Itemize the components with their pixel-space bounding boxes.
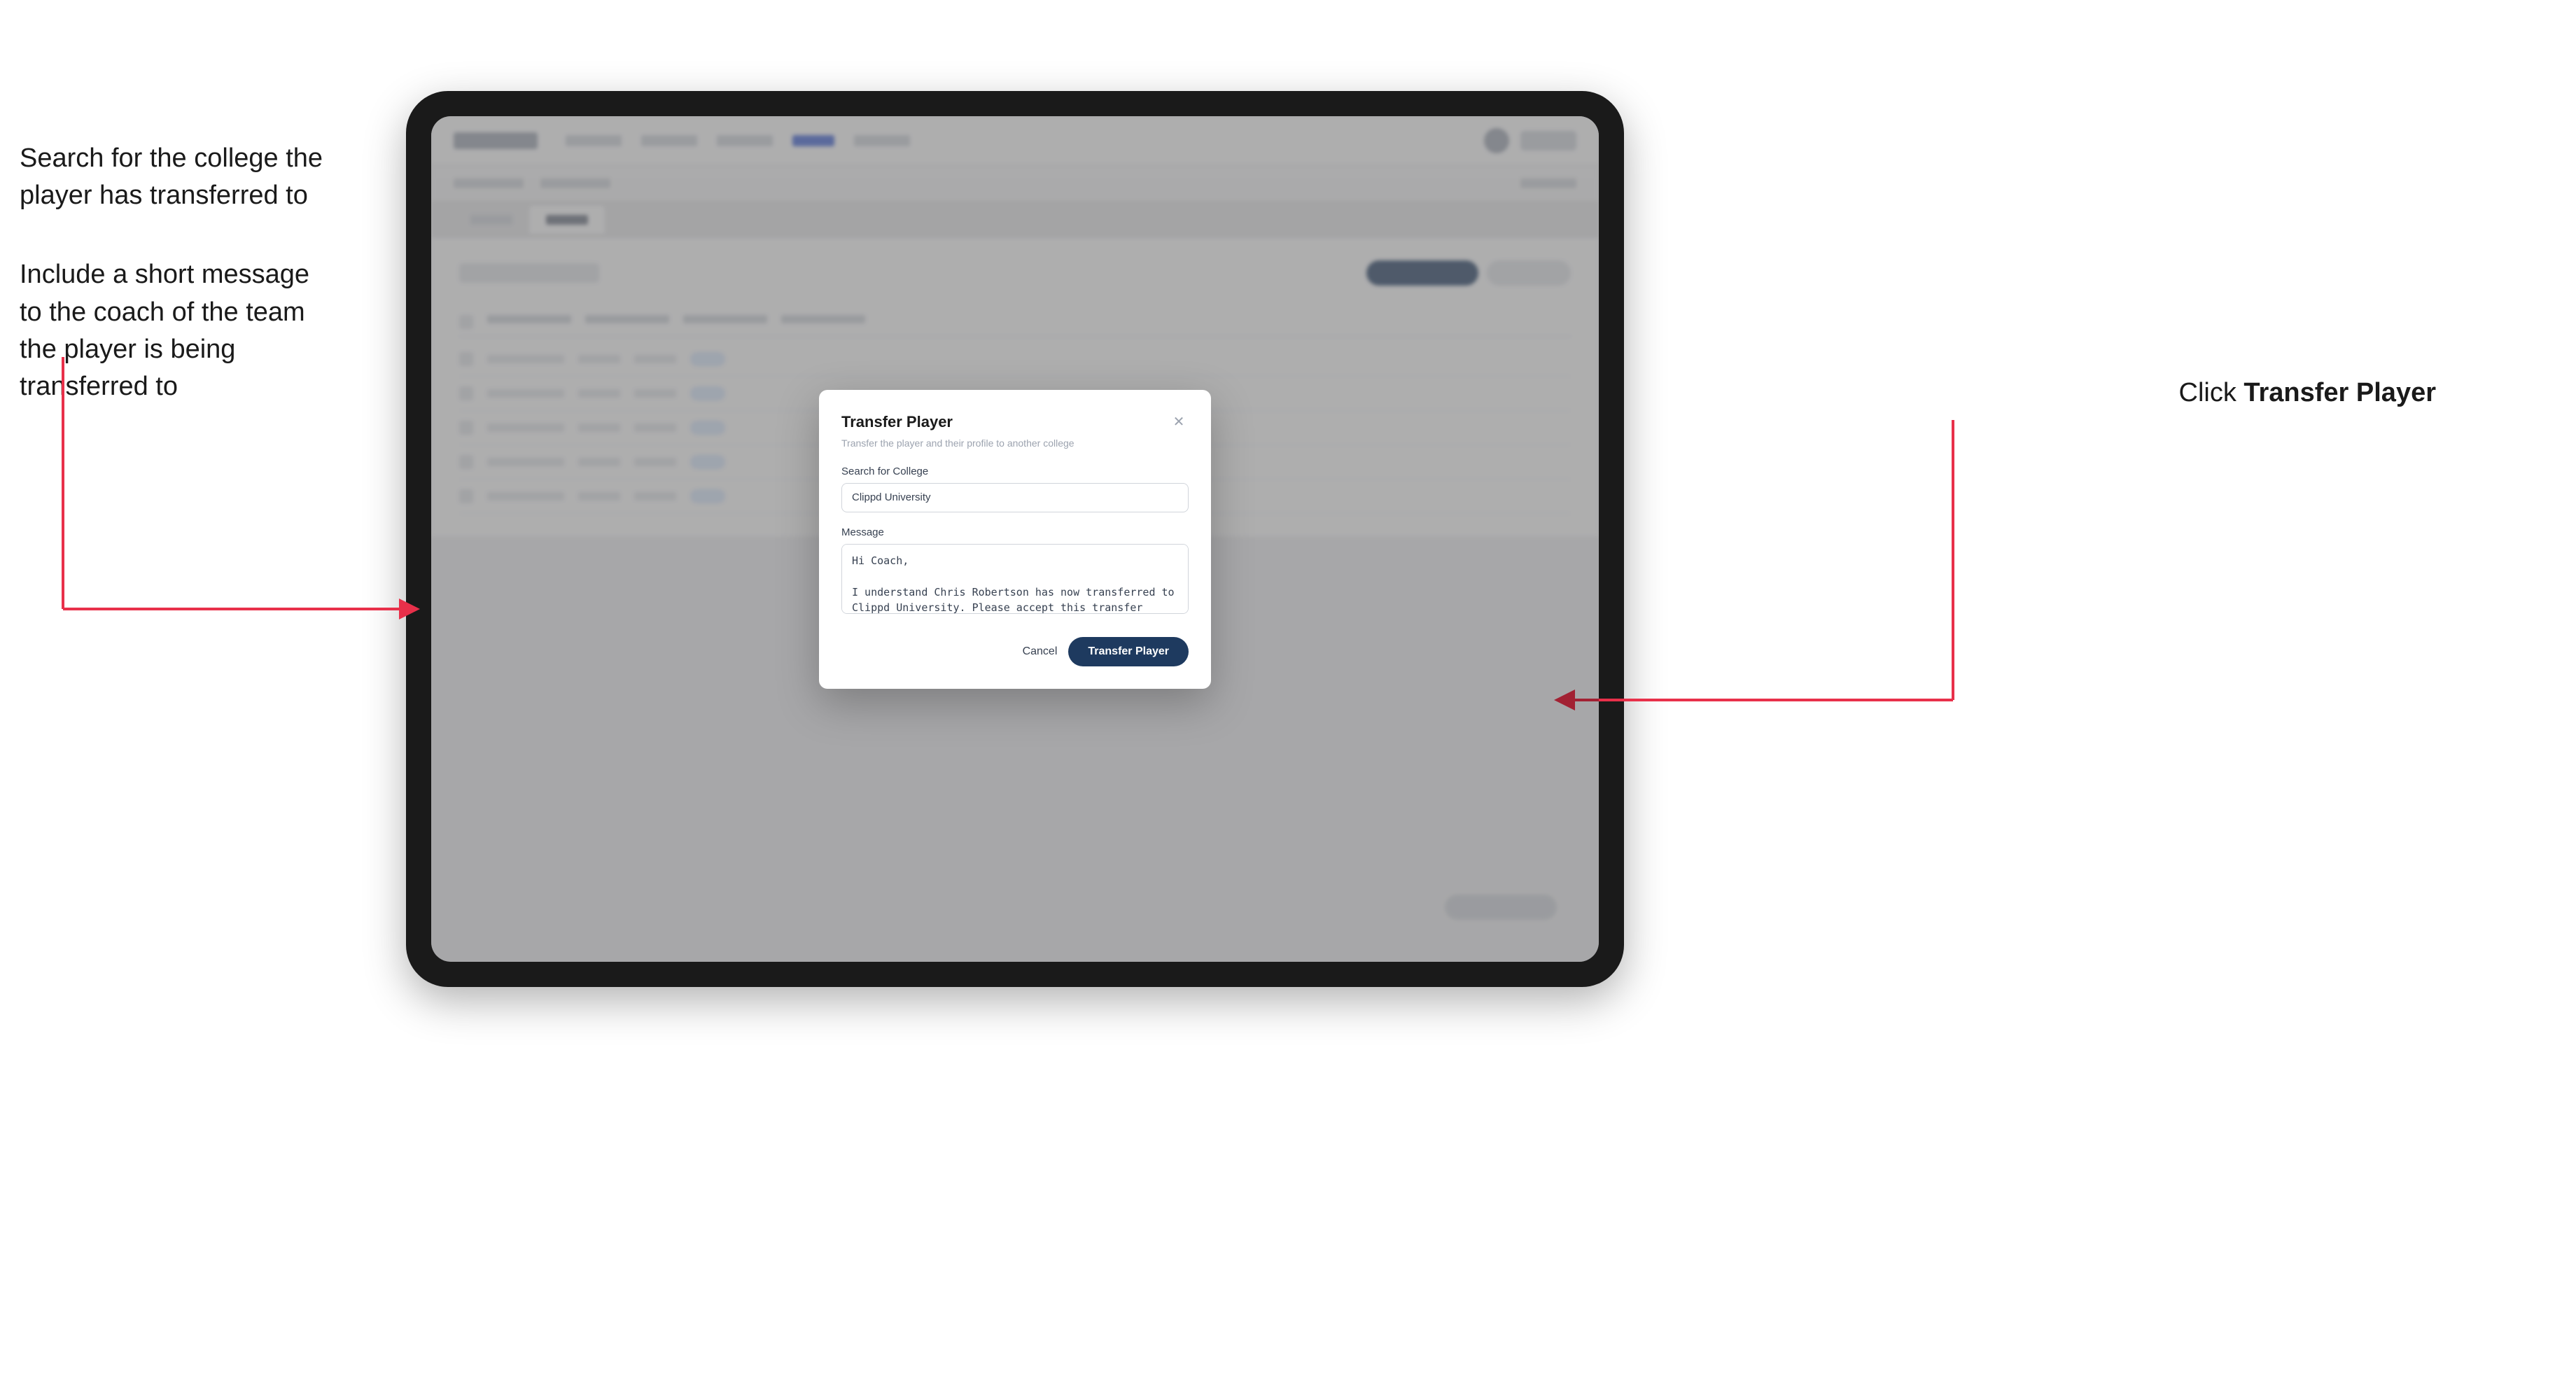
modal-header: Transfer Player ✕ xyxy=(841,412,1189,432)
annotation-right: Click Transfer Player xyxy=(2179,378,2437,408)
annotation-left: Search for the college the player has tr… xyxy=(20,140,384,405)
tablet-screen: Transfer Player ✕ Transfer the player an… xyxy=(431,116,1599,962)
annotation-line6: transferred to xyxy=(20,372,178,401)
modal-title: Transfer Player xyxy=(841,413,953,431)
close-icon[interactable]: ✕ xyxy=(1169,412,1189,432)
tablet-frame: Transfer Player ✕ Transfer the player an… xyxy=(406,91,1624,987)
transfer-player-button[interactable]: Transfer Player xyxy=(1068,637,1189,666)
annotation-line5: the player is being xyxy=(20,335,235,364)
annotation-line1: Search for the college the xyxy=(20,144,323,173)
modal-overlay: Transfer Player ✕ Transfer the player an… xyxy=(431,116,1599,962)
college-search-input[interactable] xyxy=(841,483,1189,512)
college-label: Search for College xyxy=(841,465,1189,477)
modal-subtitle: Transfer the player and their profile to… xyxy=(841,438,1189,449)
cancel-button[interactable]: Cancel xyxy=(1023,645,1058,658)
annotation-line2: player has transferred to xyxy=(20,181,308,210)
transfer-player-modal: Transfer Player ✕ Transfer the player an… xyxy=(819,390,1211,689)
message-label: Message xyxy=(841,526,1189,538)
message-textarea[interactable]: Hi Coach, I understand Chris Robertson h… xyxy=(841,544,1189,614)
annotation-line3: Include a short message xyxy=(20,260,309,289)
modal-footer: Cancel Transfer Player xyxy=(841,637,1189,666)
annotation-line4: to the coach of the team xyxy=(20,298,305,327)
